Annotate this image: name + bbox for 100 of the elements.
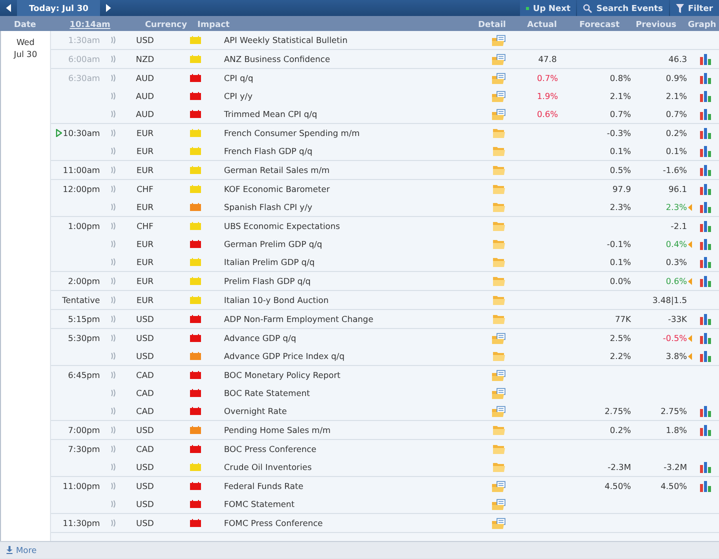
search-events-button[interactable]: Search Events — [577, 0, 669, 16]
event-name[interactable]: Italian 10-y Bond Auction — [224, 295, 329, 305]
sound-wave-icon[interactable] — [110, 352, 116, 360]
sound-wave-icon[interactable] — [110, 110, 116, 118]
event-name[interactable]: Trimmed Mean CPI q/q — [224, 109, 318, 119]
event-name[interactable]: Overnight Rate — [224, 406, 287, 416]
sound-wave-icon[interactable] — [110, 500, 116, 508]
folder-document-icon[interactable] — [492, 406, 506, 416]
sound-wave-icon[interactable] — [110, 258, 116, 266]
folder-document-icon[interactable] — [492, 72, 506, 84]
event-name[interactable]: BOC Press Conference — [224, 444, 316, 454]
event-name[interactable]: Advance GDP q/q — [224, 333, 296, 343]
event-name[interactable]: KOF Economic Barometer — [224, 184, 330, 194]
sound-wave-icon[interactable] — [110, 519, 116, 527]
event-name[interactable]: Italian Prelim GDP q/q — [224, 257, 315, 267]
sound-wave-icon[interactable] — [110, 147, 116, 155]
more-link[interactable]: More — [6, 545, 37, 555]
filter-button[interactable]: Filter — [670, 0, 719, 16]
today-tab[interactable]: Today: Jul 30 — [17, 0, 100, 16]
sound-wave-icon[interactable] — [110, 92, 116, 100]
event-name[interactable]: Pending Home Sales m/m — [224, 425, 331, 435]
sound-wave-icon[interactable] — [110, 203, 116, 211]
folder-document-icon[interactable] — [492, 90, 506, 102]
event-name[interactable]: German Retail Sales m/m — [224, 165, 330, 175]
bar-chart-icon[interactable] — [700, 480, 712, 492]
event-name[interactable]: Prelim Flash GDP q/q — [224, 276, 311, 286]
folder-document-icon[interactable] — [492, 498, 506, 510]
folder-icon[interactable] — [493, 146, 505, 156]
folder-icon[interactable] — [493, 221, 505, 231]
event-name[interactable]: CPI y/y — [224, 91, 252, 101]
bar-chart-icon[interactable] — [700, 146, 712, 156]
sound-wave-icon[interactable] — [110, 74, 116, 82]
event-name[interactable]: FOMC Statement — [224, 499, 295, 509]
bar-chart-icon[interactable] — [700, 424, 712, 436]
folder-document-icon[interactable] — [492, 480, 506, 492]
sound-wave-icon[interactable] — [110, 222, 116, 230]
sound-wave-icon[interactable] — [110, 315, 116, 323]
folder-document-icon[interactable] — [492, 54, 506, 64]
sound-wave-icon[interactable] — [110, 185, 116, 193]
folder-icon[interactable] — [493, 444, 505, 454]
sound-wave-icon[interactable] — [110, 55, 116, 63]
bar-chart-icon[interactable] — [700, 184, 712, 194]
sound-wave-icon[interactable] — [110, 166, 116, 174]
bar-chart-icon[interactable] — [700, 128, 712, 138]
folder-icon[interactable] — [493, 239, 505, 249]
event-name[interactable]: BOC Rate Statement — [224, 388, 310, 398]
event-name[interactable]: French Consumer Spending m/m — [224, 128, 360, 138]
event-name[interactable]: CPI q/q — [224, 73, 254, 83]
folder-icon[interactable] — [493, 257, 505, 267]
folder-icon[interactable] — [493, 425, 505, 435]
bar-chart-icon[interactable] — [700, 238, 712, 250]
folder-document-icon[interactable] — [492, 388, 506, 398]
folder-icon[interactable] — [493, 276, 505, 286]
event-name[interactable]: Spanish Flash CPI y/y — [224, 202, 312, 212]
event-name[interactable]: Federal Funds Rate — [224, 481, 304, 491]
event-name[interactable]: Crude Oil Inventories — [224, 462, 312, 472]
folder-icon[interactable] — [493, 351, 505, 361]
event-name[interactable]: API Weekly Statistical Bulletin — [224, 35, 348, 45]
bar-chart-icon[interactable] — [700, 164, 712, 176]
folder-icon[interactable] — [493, 165, 505, 175]
sound-wave-icon[interactable] — [110, 426, 116, 434]
folder-document-icon[interactable] — [492, 370, 506, 380]
bar-chart-icon[interactable] — [700, 72, 712, 84]
event-name[interactable]: BOC Monetary Policy Report — [224, 370, 340, 380]
bar-chart-icon[interactable] — [700, 276, 712, 286]
folder-icon[interactable] — [493, 202, 505, 212]
folder-icon[interactable] — [493, 462, 505, 472]
sound-wave-icon[interactable] — [110, 482, 116, 490]
folder-icon[interactable] — [493, 184, 505, 194]
sound-wave-icon[interactable] — [110, 371, 116, 379]
event-name[interactable]: French Flash GDP q/q — [224, 146, 312, 156]
folder-document-icon[interactable] — [492, 34, 506, 46]
folder-icon[interactable] — [493, 295, 505, 305]
folder-document-icon[interactable] — [492, 518, 506, 528]
event-name[interactable]: FOMC Press Conference — [224, 518, 323, 528]
sound-wave-icon[interactable] — [110, 389, 116, 397]
sound-wave-icon[interactable] — [110, 277, 116, 285]
sound-wave-icon[interactable] — [110, 407, 116, 415]
event-name[interactable]: ADP Non-Farm Employment Change — [224, 314, 374, 324]
sound-wave-icon[interactable] — [110, 296, 116, 304]
bar-chart-icon[interactable] — [700, 202, 712, 212]
sound-wave-icon[interactable] — [110, 36, 116, 44]
bar-chart-icon[interactable] — [700, 332, 712, 344]
bar-chart-icon[interactable] — [700, 256, 712, 268]
bar-chart-icon[interactable] — [700, 90, 712, 102]
sound-wave-icon[interactable] — [110, 240, 116, 248]
up-next-button[interactable]: Up Next — [520, 0, 576, 16]
folder-document-icon[interactable] — [492, 108, 506, 120]
folder-icon[interactable] — [493, 128, 505, 138]
bar-chart-icon[interactable] — [700, 220, 712, 232]
sound-wave-icon[interactable] — [110, 334, 116, 342]
event-name[interactable]: Advance GDP Price Index q/q — [224, 351, 344, 361]
bar-chart-icon[interactable] — [700, 108, 712, 120]
event-name[interactable]: ANZ Business Confidence — [224, 54, 330, 64]
bar-chart-icon[interactable] — [700, 54, 712, 64]
bar-chart-icon[interactable] — [700, 314, 712, 324]
event-name[interactable]: German Prelim GDP q/q — [224, 239, 322, 249]
bar-chart-icon[interactable] — [700, 350, 712, 362]
bar-chart-icon[interactable] — [700, 406, 712, 416]
event-name[interactable]: UBS Economic Expectations — [224, 221, 340, 231]
